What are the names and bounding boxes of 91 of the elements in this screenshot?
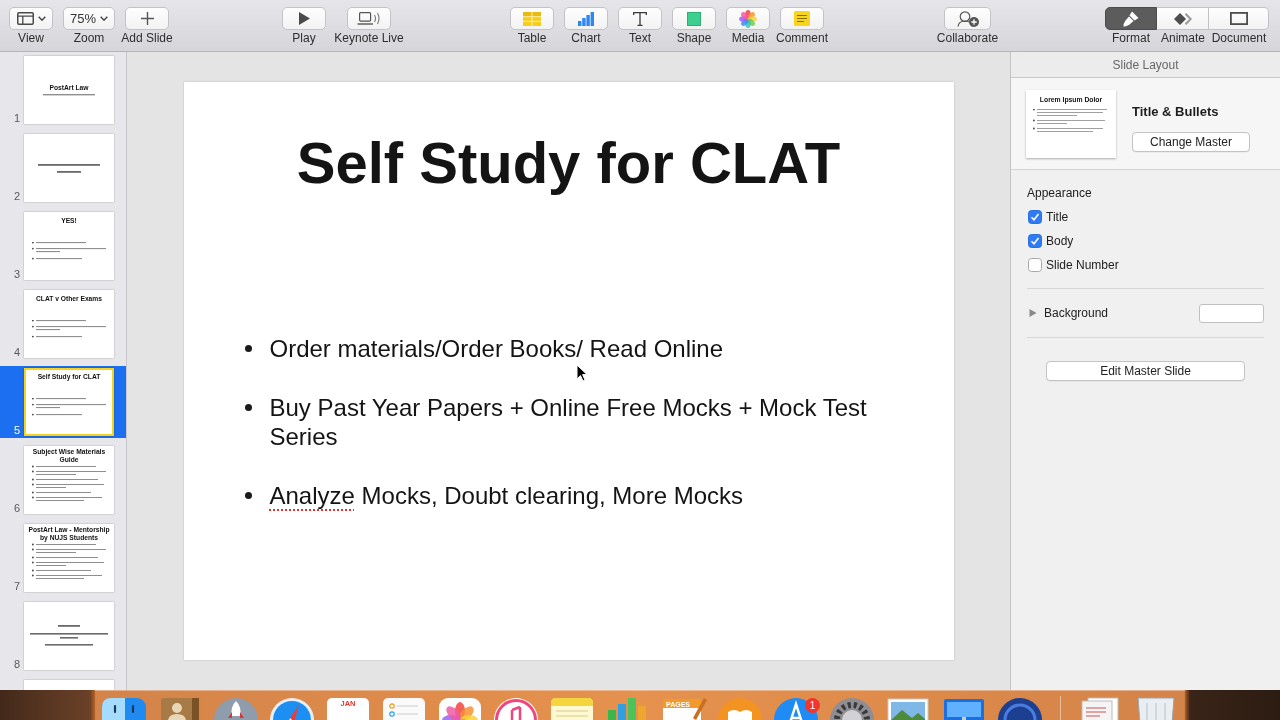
toolbar-label: Document xyxy=(1211,31,1267,45)
media-button[interactable] xyxy=(726,7,770,30)
photo-icon[interactable] xyxy=(884,696,932,720)
plus-icon xyxy=(140,12,154,25)
bullet-icon xyxy=(244,491,252,499)
gear-icon[interactable] xyxy=(828,696,876,720)
toolbar-label: Table xyxy=(517,31,547,45)
compass-icon[interactable] xyxy=(268,696,316,720)
toolbar-label: Comment xyxy=(776,31,828,45)
bullet-icon xyxy=(244,403,252,411)
slide-number: 7 xyxy=(13,580,20,592)
bullet-text: Analyze Mocks, Doubt clearing, More Mocks xyxy=(269,481,744,510)
bullet-text: Buy Past Year Papers + Online Free Mocks + Mock Test Series xyxy=(269,393,868,451)
checkbox-label[interactable]: Title xyxy=(1046,210,1069,224)
paintbrush-icon xyxy=(1123,10,1139,27)
document-tab[interactable] xyxy=(1209,7,1269,30)
slide-number: 2 xyxy=(13,190,20,202)
edit-master-slide-button[interactable]: Edit Master Slide xyxy=(1046,361,1245,381)
illegible-text-lines xyxy=(38,163,100,173)
toolbar-label: Format xyxy=(1112,31,1150,45)
toolbar-label: Shape xyxy=(676,31,712,45)
animate-tab[interactable] xyxy=(1157,7,1209,30)
toolbar-label: Zoom xyxy=(73,31,105,45)
color-well[interactable] xyxy=(1199,303,1264,323)
change-master-button[interactable]: Change Master xyxy=(1132,132,1250,152)
chart-button[interactable] xyxy=(564,7,608,30)
text-icon xyxy=(633,11,647,26)
section-heading: Appearance xyxy=(1027,186,1092,200)
toolbar-label: Play xyxy=(292,31,316,45)
panel-title: Slide Layout xyxy=(1112,57,1179,72)
toolbar-label: Animate xyxy=(1161,31,1205,45)
toolbar-label: Collaborate xyxy=(936,31,999,45)
slide-number: 6 xyxy=(13,502,20,514)
table-icon xyxy=(523,11,541,26)
format-tab[interactable] xyxy=(1105,7,1157,30)
checkbox-label[interactable]: Slide Number xyxy=(1046,258,1119,272)
toolbar-label: Text xyxy=(629,31,651,45)
toolbar-label: Keynote Live xyxy=(334,31,404,45)
collaborate-button[interactable] xyxy=(944,7,991,30)
shape-button[interactable] xyxy=(672,7,716,30)
checkbox[interactable] xyxy=(1028,258,1042,272)
slide-number: 8 xyxy=(13,658,20,670)
bar-chart-icon xyxy=(578,11,594,26)
rocket-icon[interactable] xyxy=(212,696,260,720)
toolbar-label: Add Slide xyxy=(121,31,173,45)
checkbox-label[interactable]: Body xyxy=(1046,234,1074,248)
comment-button[interactable] xyxy=(780,7,824,30)
caret-icon xyxy=(100,16,108,21)
bullet-text: Order materials/Order Books/ Read Online xyxy=(269,334,724,363)
toolbar-label: View xyxy=(18,31,44,45)
add-person-icon xyxy=(956,10,979,27)
slide-number: 5 xyxy=(13,424,20,436)
face-tile-icon[interactable] xyxy=(100,696,148,720)
zoom-button[interactable]: 75% xyxy=(63,7,115,30)
text-button[interactable] xyxy=(618,7,662,30)
play-icon xyxy=(298,12,310,25)
flower-icon[interactable] xyxy=(436,696,484,720)
slide-thumbnail[interactable] xyxy=(24,680,114,690)
add-slide-button[interactable] xyxy=(125,7,169,30)
checkbox[interactable] xyxy=(1028,234,1042,248)
slide-number: 1 xyxy=(13,112,20,124)
checkbox[interactable] xyxy=(1028,210,1042,224)
layout-name: Title & Bullets xyxy=(1132,104,1219,120)
notification-count: 1 xyxy=(805,698,820,713)
square-icon xyxy=(687,11,701,26)
section-label: Background xyxy=(1044,306,1109,320)
diamond-icon xyxy=(1173,12,1192,25)
checklist-icon[interactable] xyxy=(380,696,428,720)
disclosure-triangle-icon[interactable] xyxy=(1029,309,1037,317)
slide-number: 4 xyxy=(13,346,20,358)
bullet-icon xyxy=(244,344,252,352)
screen-broadcast-icon xyxy=(357,12,381,25)
view-button[interactable] xyxy=(9,7,53,30)
toolbar-label: Chart xyxy=(571,31,601,45)
pointer-cursor-icon xyxy=(576,364,588,382)
live-button[interactable] xyxy=(347,7,391,30)
notepad-icon[interactable] xyxy=(548,696,596,720)
music-note-icon[interactable] xyxy=(492,696,540,720)
toolbar-label: Media xyxy=(731,31,765,45)
open-book-icon[interactable] xyxy=(716,696,764,720)
slide-thumbnail[interactable] xyxy=(24,602,114,670)
slide-number: 3 xyxy=(13,268,20,280)
page-outline-icon xyxy=(1229,12,1248,25)
illegible-text-lines xyxy=(43,94,95,97)
slide-title: Self Study for CLAT xyxy=(295,130,842,196)
caret-icon xyxy=(37,16,46,21)
flower-icon xyxy=(739,9,757,28)
note-icon xyxy=(794,11,810,26)
slide-thumbnail[interactable] xyxy=(24,134,114,202)
play-button[interactable] xyxy=(282,7,326,30)
sidebar-layout-icon xyxy=(16,12,34,25)
